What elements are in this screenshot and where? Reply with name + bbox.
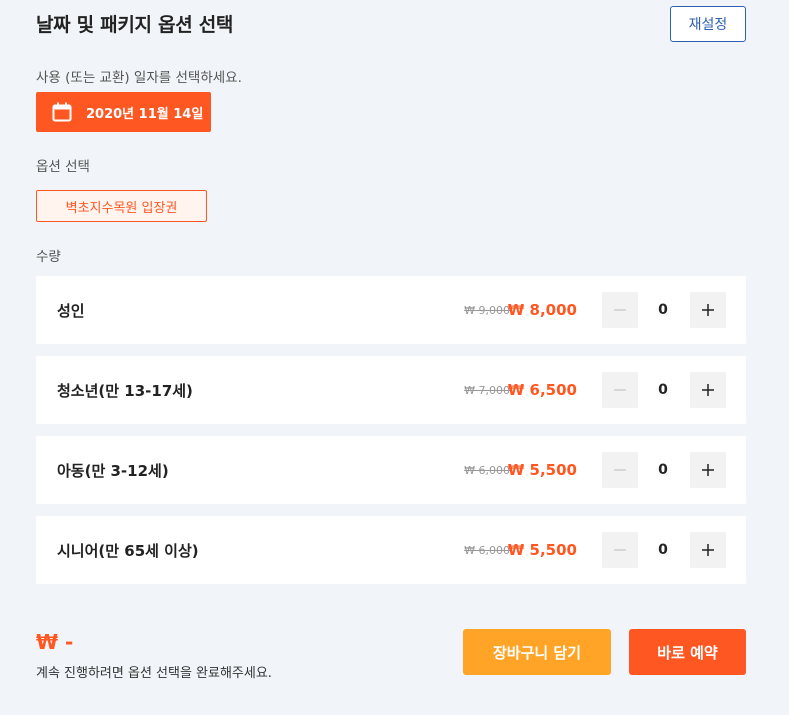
quantity-row-adult: 성인 ₩ 9,000 ₩ 8,000 0: [36, 276, 746, 344]
quantity-count: 0: [658, 302, 668, 318]
option-chip-selected[interactable]: 벽초지수목원 입장권: [36, 190, 207, 222]
quantity-count: 0: [658, 382, 668, 398]
decrease-button[interactable]: [602, 372, 638, 408]
original-price: ₩ 7,000: [464, 383, 510, 397]
plus-icon: [702, 304, 714, 316]
calendar-icon: [52, 102, 72, 122]
decrease-button[interactable]: [602, 452, 638, 488]
decrease-button[interactable]: [602, 532, 638, 568]
increase-button[interactable]: [690, 452, 726, 488]
quantity-count: 0: [658, 542, 668, 558]
decrease-button[interactable]: [602, 292, 638, 328]
date-picker-button[interactable]: 2020년 11월 14일: [36, 92, 211, 132]
row-label: 성인: [57, 301, 85, 320]
increase-button[interactable]: [690, 372, 726, 408]
original-price: ₩ 6,000: [464, 463, 510, 477]
original-price: ₩ 9,000: [464, 303, 510, 317]
selected-date: 2020년 11월 14일: [86, 106, 204, 122]
minus-icon: [614, 309, 626, 311]
quantity-row-youth: 청소년(만 13-17세) ₩ 7,000 ₩ 6,500 0: [36, 356, 746, 424]
row-label: 시니어(만 65세 이상): [57, 541, 199, 560]
page-title: 날짜 및 패키지 옵션 선택: [36, 14, 234, 36]
increase-button[interactable]: [690, 292, 726, 328]
minus-icon: [614, 549, 626, 551]
row-label: 청소년(만 13-17세): [57, 381, 193, 400]
increase-button[interactable]: [690, 532, 726, 568]
quantity-section-label: 수량: [36, 249, 61, 265]
quantity-row-child: 아동(만 3-12세) ₩ 6,000 ₩ 5,500 0: [36, 436, 746, 504]
row-label: 아동(만 3-12세): [57, 461, 169, 480]
book-now-button[interactable]: 바로 예약: [629, 629, 746, 675]
minus-icon: [614, 389, 626, 391]
minus-icon: [614, 469, 626, 471]
plus-icon: [702, 544, 714, 556]
sale-price: ₩ 5,500: [507, 541, 577, 559]
quantity-count: 0: [658, 462, 668, 478]
total-price: ₩ -: [36, 630, 74, 654]
plus-icon: [702, 384, 714, 396]
plus-icon: [702, 464, 714, 476]
option-section-label: 옵션 선택: [36, 159, 90, 175]
quantity-row-senior: 시니어(만 65세 이상) ₩ 6,000 ₩ 5,500 0: [36, 516, 746, 584]
sale-price: ₩ 5,500: [507, 461, 577, 479]
reset-button[interactable]: 재설정: [670, 6, 746, 42]
add-to-cart-button[interactable]: 장바구니 담기: [463, 629, 611, 675]
sale-price: ₩ 8,000: [507, 301, 577, 319]
original-price: ₩ 6,000: [464, 543, 510, 557]
date-section-label: 사용 (또는 교환) 일자를 선택하세요.: [36, 70, 242, 86]
sale-price: ₩ 6,500: [507, 381, 577, 399]
completion-hint: 계속 진행하려면 옵션 선택을 완료해주세요.: [36, 666, 272, 681]
